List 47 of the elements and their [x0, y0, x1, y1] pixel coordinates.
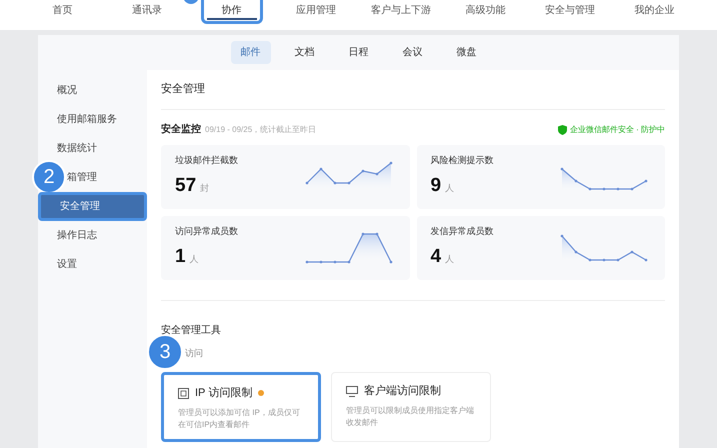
sidebar-item[interactable]: 概况	[38, 76, 147, 105]
date-range: 09/19 - 09/25，统计截止至昨日	[205, 124, 316, 136]
sub-tab[interactable]: 会议	[392, 41, 432, 64]
ip-icon	[178, 388, 189, 399]
protection-status: 企业微信邮件安全 · 防护中	[570, 124, 665, 136]
stat-unit: 封	[200, 182, 210, 194]
sidebar-item[interactable]: 数据统计	[38, 134, 147, 163]
stat-unit: 人	[445, 182, 454, 194]
sub-tab[interactable]: 日程	[338, 41, 378, 64]
stat-value: 4	[430, 244, 442, 268]
nav-tab[interactable]: 安全与管理	[535, 0, 606, 24]
tool-description: 管理员可以添加可信 IP，成员仅可在可信IP内查看邮件	[178, 406, 301, 430]
tool-description: 管理员可以限制成员使用指定客户端收发邮件	[346, 404, 475, 428]
stat-label: 访问异常成员数	[175, 225, 238, 238]
stat-label: 风险检测提示数	[430, 154, 494, 167]
section-title: 安全监控	[161, 122, 201, 137]
stat-value: 57	[175, 174, 196, 198]
step-badge: 3	[147, 334, 183, 370]
stat-value: 1	[175, 244, 186, 268]
nav-tab[interactable]: 我的企业	[624, 0, 685, 24]
monitor-icon	[346, 386, 358, 397]
group-label: 访问	[185, 347, 203, 360]
sub-tab[interactable]: 文档	[284, 41, 324, 64]
nav-tab[interactable]: 应用管理	[286, 0, 346, 24]
nav-tab[interactable]: 首页	[42, 0, 82, 24]
nav-tab[interactable]: 通讯录	[122, 0, 172, 24]
sidebar-item[interactable]: 使用邮箱服务	[38, 105, 147, 134]
tool-title: 客户端访问限制	[364, 384, 441, 399]
sub-tab[interactable]: 邮件	[230, 41, 270, 64]
sidebar-item[interactable]: 操作日志	[38, 221, 147, 250]
sidebar-item[interactable]: 箱管理	[67, 163, 97, 192]
stat-label: 发信异常成员数	[430, 225, 494, 238]
stat-label: 垃圾邮件拦截数	[175, 154, 238, 167]
stat-unit: 人	[190, 252, 199, 266]
step-badge: 2	[32, 160, 66, 194]
stat-value: 9	[430, 174, 442, 198]
sub-tab[interactable]: 微盘	[446, 41, 486, 64]
nav-tab[interactable]: 客户与上下游	[360, 0, 441, 24]
nav-tab[interactable]: 高级功能	[455, 0, 516, 24]
page-title: 安全管理	[161, 70, 665, 110]
tool-card[interactable]: IP 访问限制 管理员可以添加可信 IP，成员仅可在可信IP内查看邮件	[161, 372, 321, 442]
sidebar-item[interactable]: 安全管理	[38, 192, 147, 221]
tool-title: IP 访问限制	[195, 386, 252, 401]
sidebar-item[interactable]: 设置	[38, 250, 147, 279]
shield-icon	[558, 124, 567, 134]
stat-unit: 人	[445, 252, 454, 266]
tool-card[interactable]: 客户端访问限制 管理员可以限制成员使用指定客户端收发邮件	[331, 372, 491, 442]
